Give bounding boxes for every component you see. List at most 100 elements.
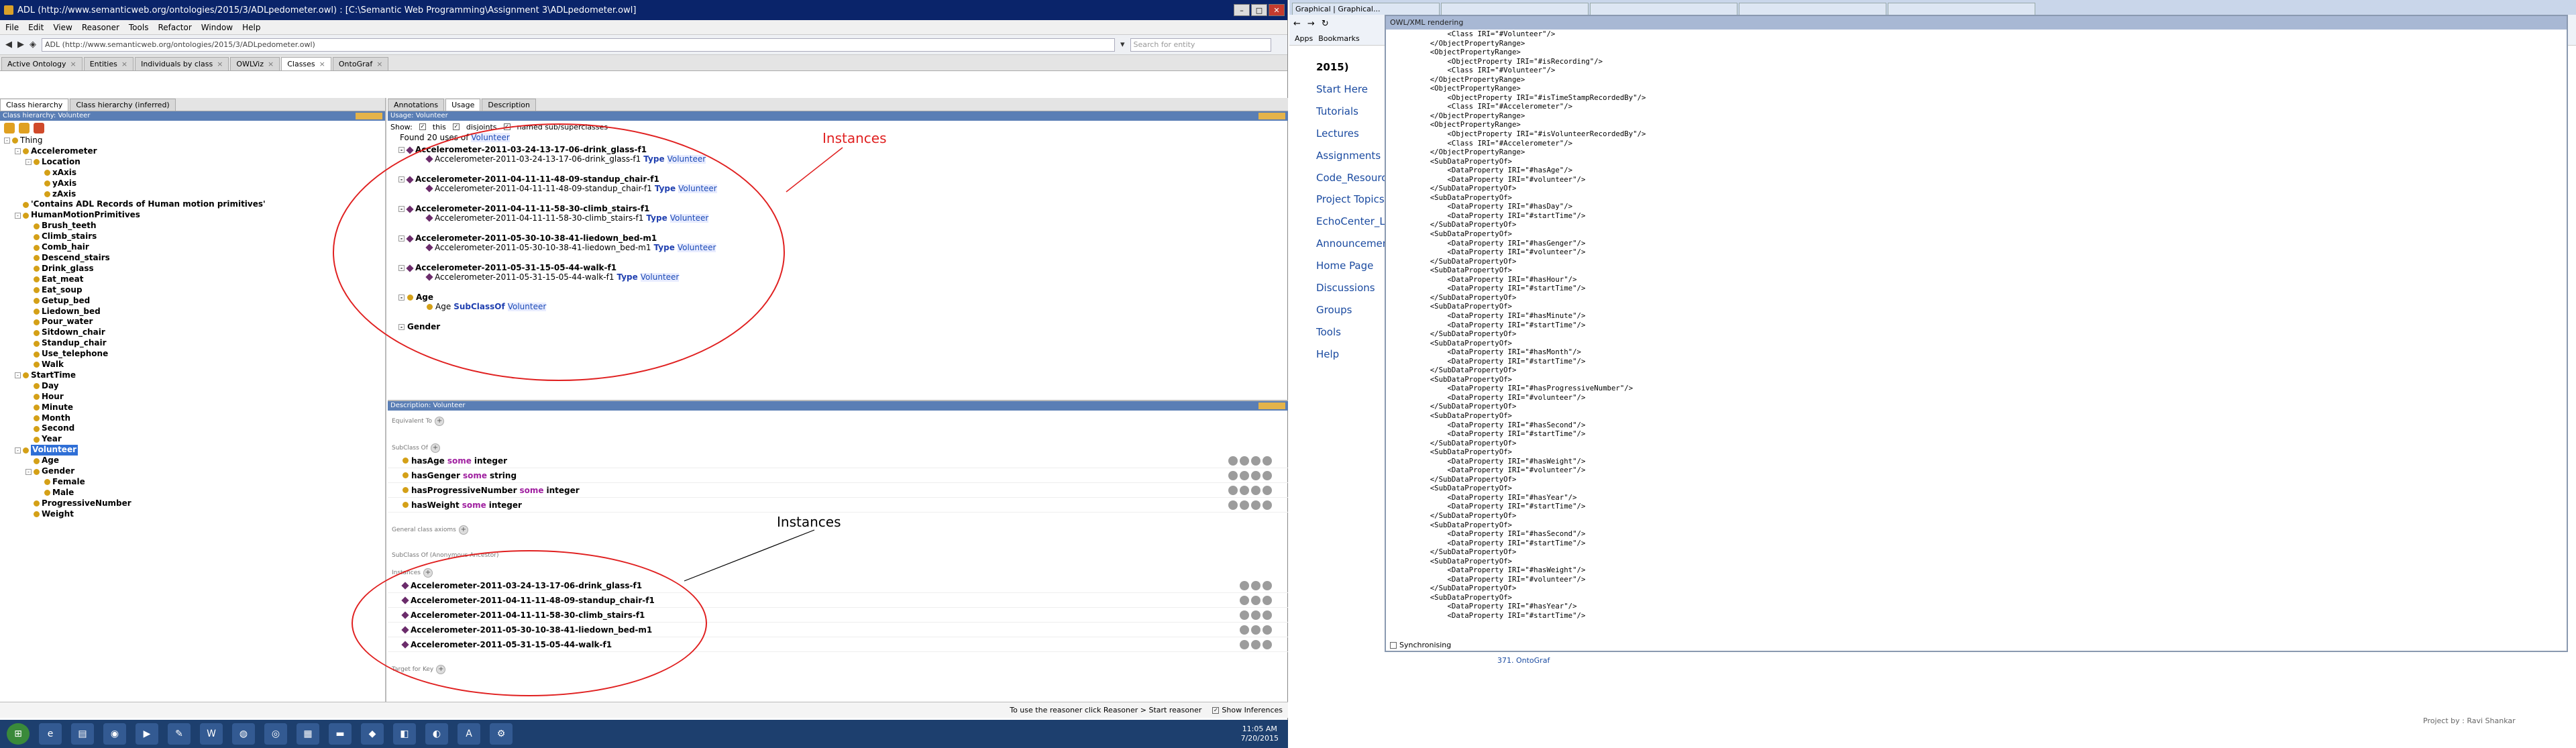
dropdown-chevron-icon[interactable]: ▾: [1120, 40, 1125, 50]
firefox-icon[interactable]: ◍: [232, 723, 255, 745]
annotate-icon[interactable]: [1228, 500, 1238, 510]
subclass-axiom-row[interactable]: hasWeight some integer: [388, 498, 1288, 513]
delete-class-icon[interactable]: [34, 123, 44, 133]
tree-node[interactable]: - Location: [4, 157, 385, 168]
cmd-icon[interactable]: ▬: [329, 723, 352, 745]
tree-node[interactable]: Eat_soup: [4, 285, 385, 296]
eclipse-icon[interactable]: ◐: [425, 723, 448, 745]
tree-node[interactable]: xAxis: [4, 168, 385, 178]
tree-node[interactable]: Use_telephone: [4, 349, 385, 360]
menu-item[interactable]: View: [53, 23, 72, 32]
tree-node[interactable]: Month: [4, 413, 385, 424]
app-icon[interactable]: ◧: [393, 723, 416, 745]
description-view-controls[interactable]: [1258, 403, 1285, 409]
explain-icon[interactable]: [1240, 485, 1249, 495]
tree-node[interactable]: Brush_teeth: [4, 221, 385, 231]
add-superclass-icon[interactable]: +: [430, 443, 440, 453]
add-general-axiom-icon[interactable]: +: [458, 525, 468, 535]
edit-icon[interactable]: [1263, 639, 1272, 649]
tree-node[interactable]: Drink_glass: [4, 264, 385, 274]
annotate-icon[interactable]: [1240, 639, 1249, 649]
tab-class-hierarchy-0[interactable]: Class hierarchy: [0, 99, 69, 111]
tree-node[interactable]: Sitdown_chair: [4, 327, 385, 338]
bookmark-item[interactable]: Apps: [1295, 34, 1313, 43]
tree-node[interactable]: - StartTime: [4, 370, 385, 381]
expand-toggle[interactable]: -: [15, 447, 21, 453]
delete-icon[interactable]: [1251, 610, 1260, 620]
tree-node[interactable]: Descend_stairs: [4, 253, 385, 264]
expand-toggle[interactable]: -: [4, 138, 10, 144]
edit-icon[interactable]: [1263, 595, 1272, 605]
browser-tab[interactable]: [1888, 3, 2035, 15]
word-icon[interactable]: W: [200, 723, 223, 745]
browser-tab[interactable]: [1739, 3, 1886, 15]
menu-item[interactable]: Reasoner: [82, 23, 119, 32]
delete-icon[interactable]: [1251, 500, 1260, 510]
tab-entities[interactable]: Entities ×: [83, 57, 134, 70]
back-arrow-icon[interactable]: ◀: [5, 40, 12, 50]
tree-node[interactable]: - Accelerometer: [4, 146, 385, 157]
edit-icon[interactable]: [1263, 456, 1272, 466]
annotate-icon[interactable]: [1228, 470, 1238, 480]
menu-item[interactable]: Refactor: [158, 23, 191, 32]
tree-node[interactable]: Male: [4, 488, 385, 498]
tree-node[interactable]: - Volunteer: [4, 445, 385, 456]
disjoints-checkbox[interactable]: ✓: [452, 123, 460, 130]
tree-node[interactable]: Weight: [4, 509, 385, 520]
tab-class-hierarchy-1[interactable]: Class hierarchy (inferred): [70, 99, 176, 111]
delete-icon[interactable]: [1251, 470, 1260, 480]
forward-icon[interactable]: →: [1307, 19, 1315, 29]
tab-classes[interactable]: Classes ×: [281, 57, 331, 70]
expand-toggle[interactable]: -: [15, 372, 21, 379]
back-icon[interactable]: ←: [1293, 19, 1301, 29]
view-controls[interactable]: [356, 113, 382, 119]
edit-icon[interactable]: [1263, 470, 1272, 480]
annotate-icon[interactable]: [1240, 595, 1249, 605]
tree-node[interactable]: Pour_water: [4, 317, 385, 327]
tree-node[interactable]: Liedown_bed: [4, 307, 385, 317]
tree-node[interactable]: Standup_chair: [4, 338, 385, 349]
start-button-icon[interactable]: ⊞: [7, 723, 30, 745]
menu-item[interactable]: Edit: [28, 23, 44, 32]
edit-icon[interactable]: [1263, 485, 1272, 495]
expand-toggle[interactable]: -: [15, 212, 21, 219]
entity-search-input[interactable]: Search for entity: [1130, 38, 1271, 52]
chrome-icon[interactable]: ◎: [264, 723, 287, 745]
tree-node[interactable]: Walk: [4, 360, 385, 370]
tab-close-icon[interactable]: ×: [217, 60, 223, 68]
tree-node[interactable]: Age: [4, 456, 385, 466]
show-inferences-toggle[interactable]: ✓ Show Inferences: [1212, 706, 1283, 714]
delete-icon[interactable]: [1251, 580, 1260, 590]
explorer-icon[interactable]: ▤: [71, 723, 94, 745]
protege-task-icon[interactable]: ◆: [361, 723, 384, 745]
edit-icon[interactable]: [1263, 610, 1272, 620]
delete-icon[interactable]: [1251, 595, 1260, 605]
annotate-icon[interactable]: [1240, 610, 1249, 620]
browser-tab[interactable]: Graphical | Graphical...: [1292, 3, 1440, 15]
menu-item[interactable]: Help: [242, 23, 260, 32]
edit-icon[interactable]: [1263, 500, 1272, 510]
tree-node[interactable]: - Gender: [4, 466, 385, 477]
folder-icon[interactable]: ▦: [297, 723, 319, 745]
subclass-axiom-row[interactable]: hasAge some integer: [388, 453, 1288, 468]
browser-tab[interactable]: [1441, 3, 1589, 15]
media-center-icon[interactable]: ▶: [136, 723, 158, 745]
expand-toggle[interactable]: -: [398, 147, 405, 154]
add-subclass-icon[interactable]: [4, 123, 15, 133]
tab-close-icon[interactable]: ×: [121, 60, 127, 68]
delete-icon[interactable]: [1251, 639, 1260, 649]
tools-icon[interactable]: ⚙: [490, 723, 513, 745]
tree-node[interactable]: Minute: [4, 403, 385, 413]
ontology-iri-field[interactable]: ADL (http://www.semanticweb.org/ontologi…: [42, 38, 1115, 52]
media-player-icon[interactable]: ◉: [103, 723, 126, 745]
menu-item[interactable]: File: [5, 23, 19, 32]
tab-usage[interactable]: Usage: [445, 99, 481, 111]
explain-icon[interactable]: [1240, 456, 1249, 466]
annotate-icon[interactable]: [1240, 625, 1249, 635]
tree-node[interactable]: Day: [4, 381, 385, 392]
paint-icon[interactable]: ✎: [168, 723, 191, 745]
explain-icon[interactable]: [1240, 470, 1249, 480]
expand-toggle[interactable]: -: [25, 159, 32, 166]
close-button[interactable]: ✕: [1269, 4, 1285, 16]
delete-icon[interactable]: [1251, 485, 1260, 495]
